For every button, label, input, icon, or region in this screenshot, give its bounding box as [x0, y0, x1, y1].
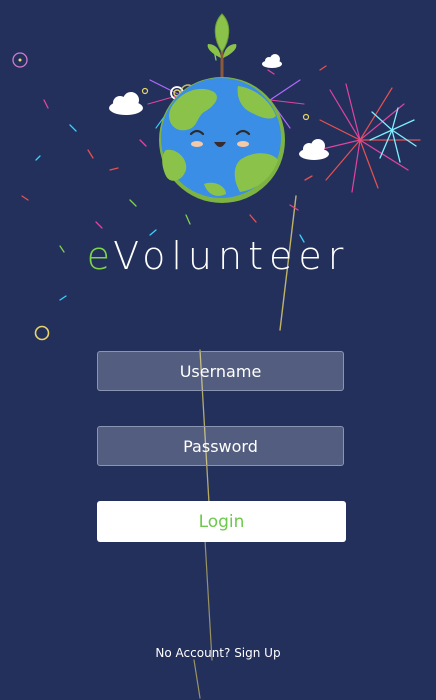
app-logo: eVolunteer	[0, 232, 436, 280]
cloud-icon	[109, 92, 143, 115]
background-illustration	[12, 13, 421, 699]
brand-name: Volunteer	[113, 234, 350, 278]
signup-link[interactable]: No Account? Sign Up	[0, 646, 436, 660]
firework-burst-icon	[369, 107, 417, 163]
brand-prefix: e	[86, 234, 114, 278]
cloud-icon	[262, 54, 282, 68]
username-input[interactable]	[97, 351, 344, 391]
password-input[interactable]	[97, 426, 344, 466]
cloud-icon	[299, 139, 329, 160]
login-button[interactable]: Login	[97, 501, 346, 542]
smiling-earth-with-sprout-icon	[159, 13, 285, 203]
